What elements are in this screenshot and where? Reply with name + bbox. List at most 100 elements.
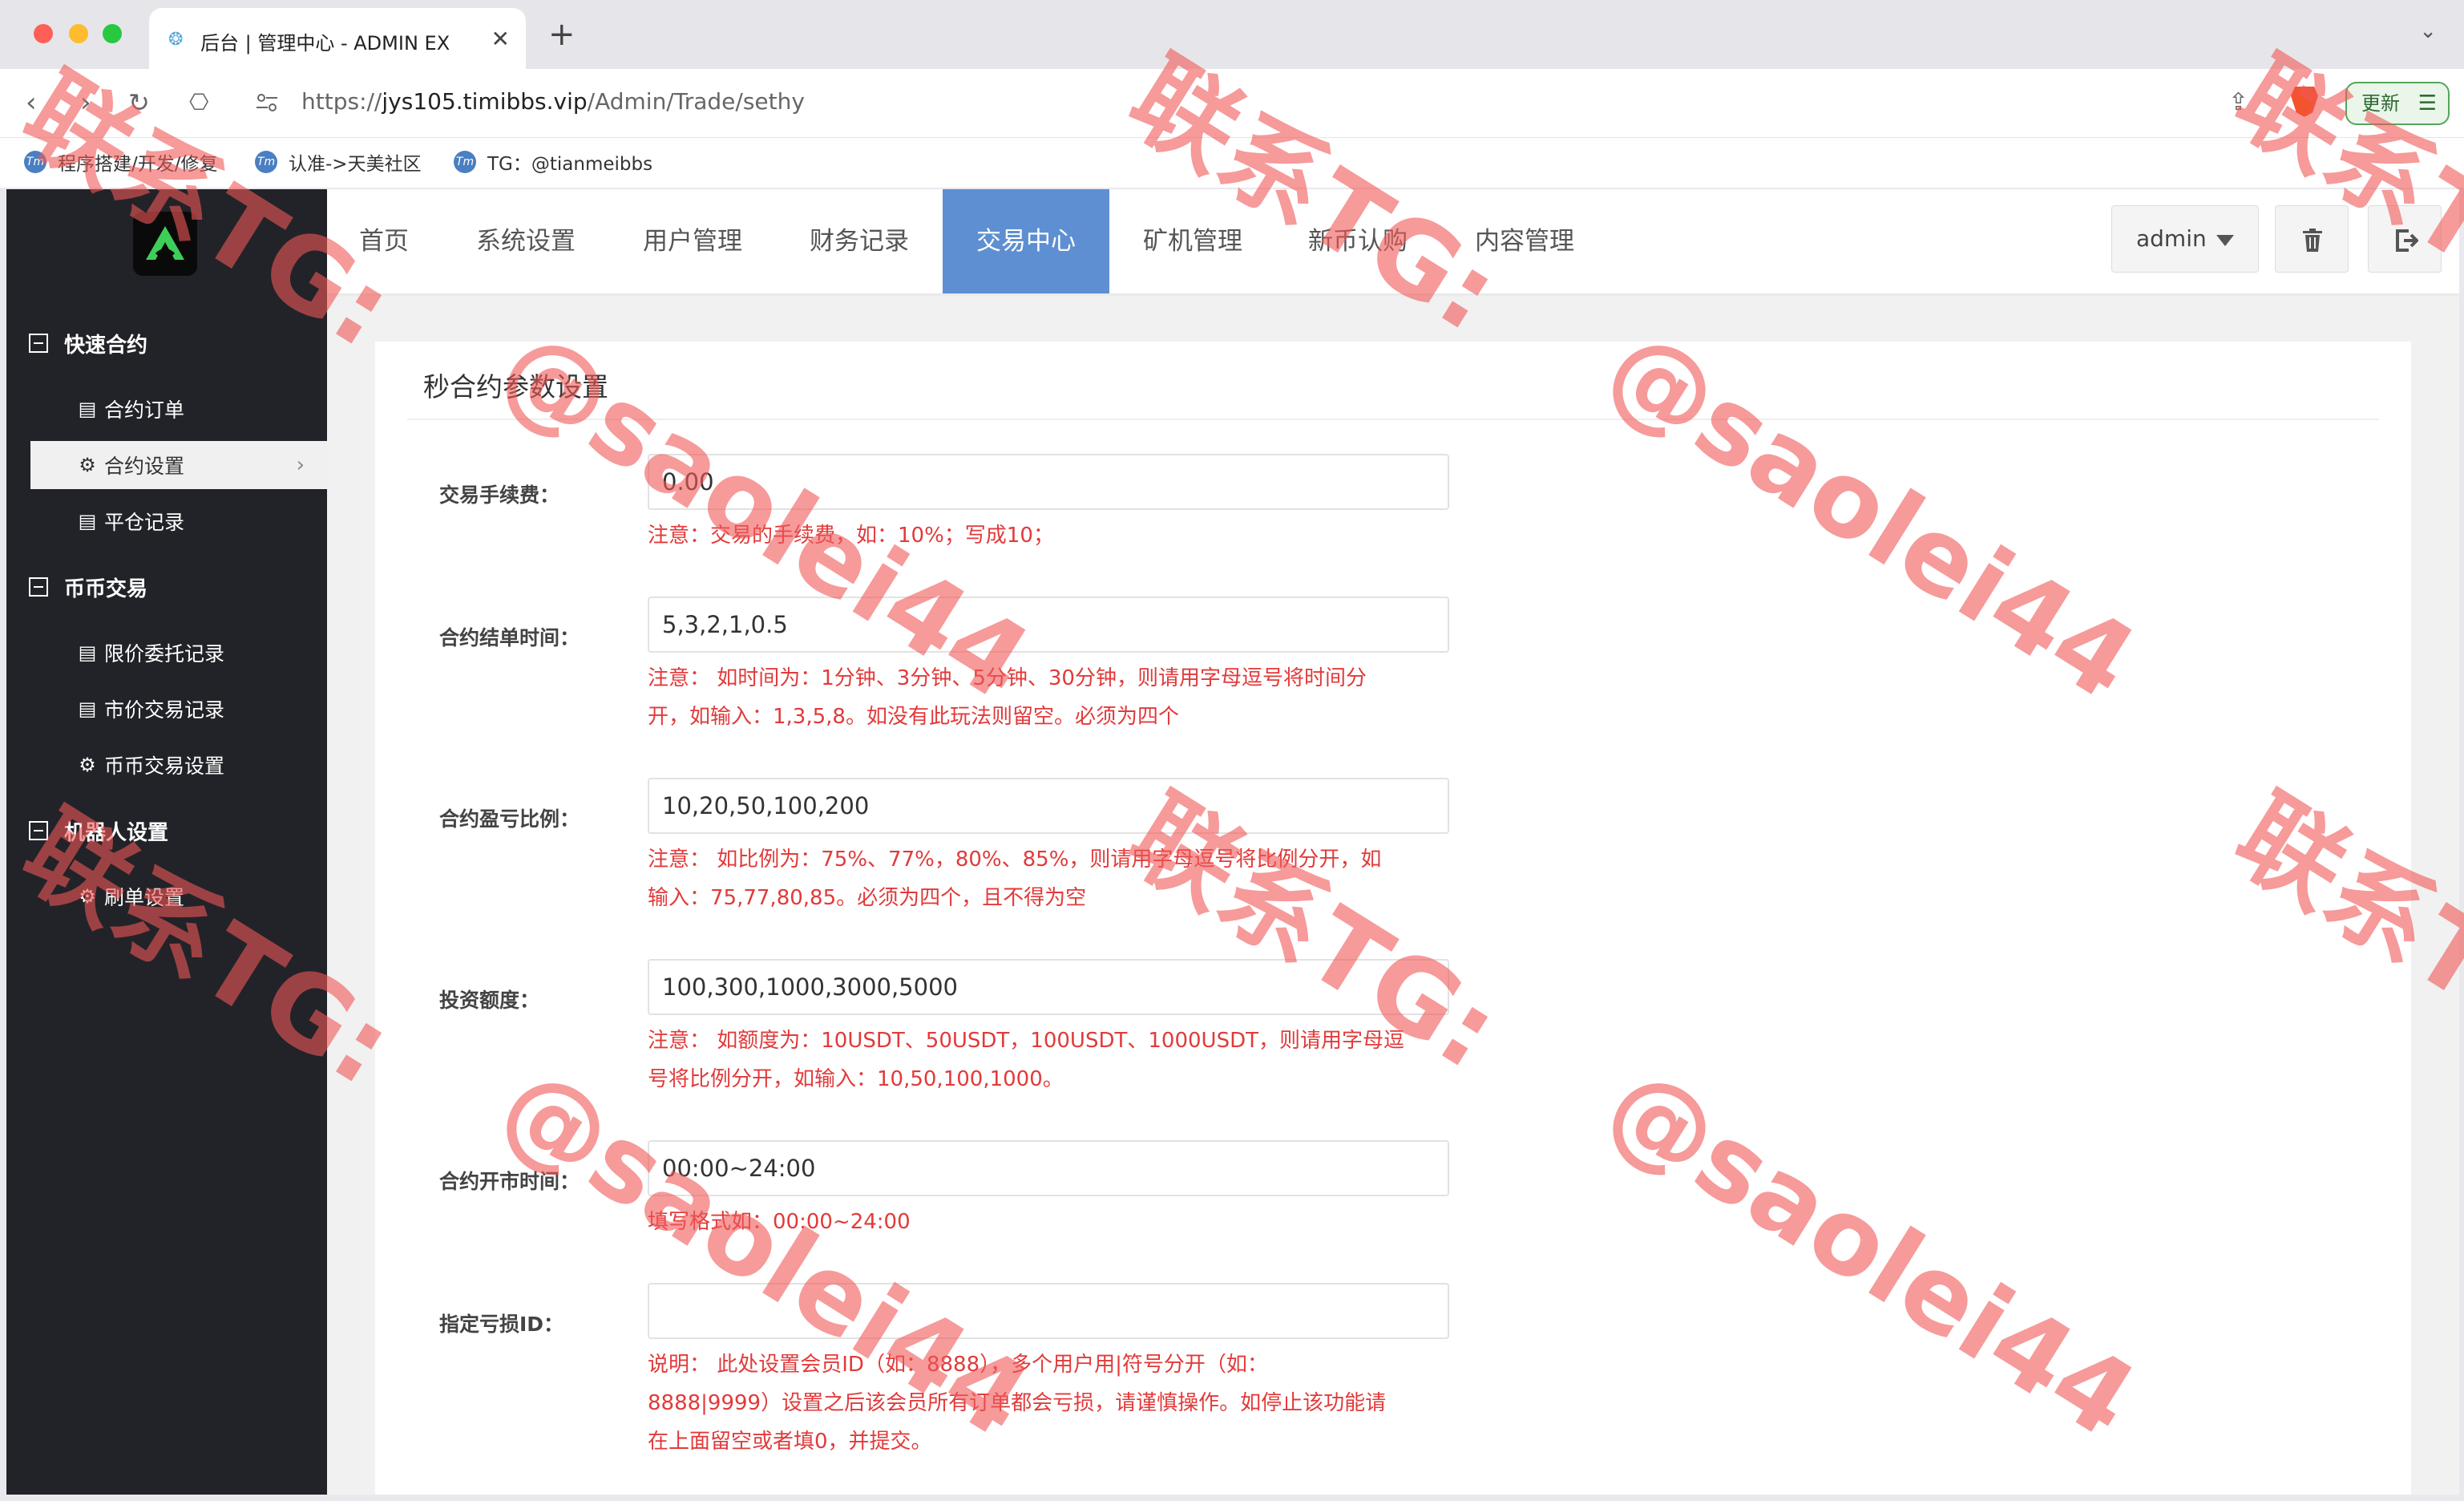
nav-new-coin-subscription[interactable]: 新币认购 <box>1308 189 1408 293</box>
browser-tab[interactable]: ❂ 后台 | 管理中心 - ADMIN EX ✕ <box>149 8 526 69</box>
nav-system-settings[interactable]: 系统设置 <box>476 189 576 293</box>
note-line: 注意：交易的手续费，如：10%；写成10； <box>648 524 1054 548</box>
close-window-button[interactable] <box>34 24 53 43</box>
new-tab-icon[interactable]: + <box>548 14 576 55</box>
profit-ratio-input[interactable] <box>648 778 1449 834</box>
sidebar-item-limit-orders[interactable]: ▤ 限价委托记录 <box>30 629 327 677</box>
site-info-icon[interactable] <box>255 91 279 114</box>
user-menu-button[interactable]: admin <box>2111 205 2259 273</box>
tab-close-icon[interactable]: ✕ <box>491 26 510 52</box>
url-scheme: https:// <box>301 88 382 115</box>
update-button[interactable]: 更新 ☰ <box>2345 82 2450 125</box>
note-line: 注意： 如比例为：75%、77%，80%、85%，则请用字母逗号将比例分开，如 <box>648 848 1382 872</box>
loss-id-input[interactable] <box>648 1283 1449 1339</box>
nav-finance-records[interactable]: 财务记录 <box>810 189 909 293</box>
sidebar-item-contract-orders[interactable]: ▤ 合约订单 <box>30 385 327 433</box>
sidebar-group-robot-settings[interactable]: 机器人设置 <box>29 813 168 848</box>
note-line: 填写格式如：00:00~24:00 <box>648 1210 911 1234</box>
list-icon: ▤ <box>78 398 97 420</box>
bookmark-favicon-icon: Tm <box>24 151 46 173</box>
brave-shield-icon[interactable] <box>2291 87 2318 117</box>
investment-amount-input[interactable] <box>648 959 1449 1015</box>
bookmark-favicon-icon: Tm <box>454 151 476 173</box>
user-name: admin <box>2136 225 2207 252</box>
nav-home[interactable]: 首页 <box>359 189 409 293</box>
sidebar-item-contract-settings[interactable]: ⚙ 合约设置 › <box>30 441 327 489</box>
note-line: 说明： 此处设置会员ID（如：8888），多个用户用|符号分开（如： <box>648 1353 1268 1377</box>
sidebar-item-label: 合约设置 <box>104 455 185 478</box>
zoom-window-button[interactable] <box>103 24 122 43</box>
url-field[interactable]: https://jys105.timibbs.vip/Admin/Trade/s… <box>301 88 805 115</box>
bookmark-item[interactable]: Tm TG：@tianmeibbs <box>454 149 652 175</box>
fee-input[interactable] <box>648 454 1449 510</box>
profit-ratio-label: 合约盈亏比例： <box>439 807 580 831</box>
nav-trading-center[interactable]: 交易中心 <box>943 189 1109 293</box>
clear-cache-button[interactable] <box>2275 205 2349 273</box>
fee-note: 注意：交易的手续费，如：10%；写成10； <box>648 516 1449 555</box>
settle-time-label: 合约结单时间： <box>439 626 580 649</box>
settings-panel: 秒合约参数设置 交易手续费： 注意：交易的手续费，如：10%；写成10； 合约结… <box>375 342 2411 1495</box>
profit-ratio-note: 注意： 如比例为：75%、77%，80%、85%，则请用字母逗号将比例分开，如 … <box>648 840 1449 917</box>
sidebar-item-close-records[interactable]: ▤ 平仓记录 <box>30 497 327 545</box>
update-label: 更新 <box>2361 92 2400 115</box>
bookmarks-bar: Tm 程序搭建/开发/修复 Tm 认准->天美社区 Tm TG：@tianmeibbs <box>0 138 2464 188</box>
bookmark-item[interactable]: Tm 程序搭建/开发/修复 <box>24 149 218 175</box>
back-icon[interactable]: ‹ <box>26 85 37 120</box>
sidebar-item-label: 币币交易设置 <box>104 755 225 778</box>
tab-favicon-icon: ❂ <box>168 30 184 50</box>
sidebar-item-coin-trade-settings[interactable]: ⚙ 币币交易设置 <box>30 741 327 789</box>
bookmark-label: 认准->天美社区 <box>289 154 422 175</box>
sidebar-item-label: 平仓记录 <box>104 511 185 534</box>
sidebar-group-label: 机器人设置 <box>64 820 169 845</box>
note-line: 注意： 如额度为：10USDT、50USDT，100USDT、1000USDT，… <box>648 1029 1404 1053</box>
sidebar-group-coin-trading[interactable]: 币币交易 <box>29 569 147 605</box>
nav-content-management[interactable]: 内容管理 <box>1475 189 1574 293</box>
bookmark-label: 程序搭建/开发/修复 <box>58 154 218 175</box>
investment-amount-note: 注意： 如额度为：10USDT、50USDT，100USDT、1000USDT，… <box>648 1022 1449 1098</box>
trash-icon <box>2303 229 2322 252</box>
note-line: 注意： 如时间为：1分钟、3分钟、5分钟、30分钟，则请用字母逗号将时间分 <box>648 666 1367 690</box>
sidebar-item-label: 合约订单 <box>104 399 185 422</box>
sidebar-item-brush-order-settings[interactable]: ⚙ 刷单设置 <box>30 872 327 920</box>
sidebar-item-label: 市价交易记录 <box>104 698 225 722</box>
tab-title: 后台 | 管理中心 - ADMIN EX <box>200 32 450 55</box>
forward-icon[interactable]: › <box>80 85 91 120</box>
settle-time-input[interactable] <box>648 597 1449 653</box>
reload-icon[interactable]: ↻ <box>128 85 150 120</box>
bookmark-label: TG：@tianmeibbs <box>487 154 653 175</box>
list-icon: ▤ <box>78 641 97 664</box>
sidebar-group-quick-contract[interactable]: 快速合约 <box>29 326 147 361</box>
collapse-icon <box>29 577 48 597</box>
tab-list-chevron-icon[interactable]: ⌄ <box>2419 19 2437 43</box>
sidebar-item-market-trades[interactable]: ▤ 市价交易记录 <box>30 685 327 733</box>
nav-miner-management[interactable]: 矿机管理 <box>1143 189 1242 293</box>
share-icon[interactable]: ⇪ <box>2228 88 2248 116</box>
list-icon: ▤ <box>78 510 97 532</box>
bookmark-favicon-icon: Tm <box>255 151 277 173</box>
menu-icon: ☰ <box>2418 91 2437 115</box>
note-line: 在上面留空或者填0，并提交。 <box>648 1430 932 1454</box>
collapse-icon <box>29 334 48 353</box>
nav-user-management[interactable]: 用户管理 <box>643 189 742 293</box>
admin-app: 快速合约 ▤ 合约订单 ⚙ 合约设置 › ▤ 平仓记录 币币交易 ▤ 限价委托记… <box>6 189 2459 1495</box>
logo[interactable] <box>133 212 197 276</box>
market-hours-input[interactable] <box>648 1140 1449 1196</box>
bookmark-icon[interactable]: ⎔ <box>189 85 208 120</box>
panel-title: 秒合约参数设置 <box>423 371 608 403</box>
caret-down-icon <box>2216 235 2234 246</box>
sidebar-group-label: 快速合约 <box>64 333 148 358</box>
note-line: 开，如输入：1,3,5,8。如没有此玩法则留空。必须为四个 <box>648 705 1179 729</box>
note-line: 输入：75,77,80,85。必须为四个，且不得为空 <box>648 886 1087 910</box>
gear-icon: ⚙ <box>79 454 96 476</box>
bookmark-item[interactable]: Tm 认准->天美社区 <box>255 149 422 175</box>
minimize-window-button[interactable] <box>69 24 88 43</box>
list-icon: ▤ <box>78 698 97 720</box>
market-hours-label: 合约开市时间： <box>439 1170 580 1193</box>
address-bar: ‹ › ↻ ⎔ https://jys105.timibbs.vip/Admin… <box>0 69 2464 138</box>
url-path: /Admin/Trade/sethy <box>587 88 805 115</box>
logout-button[interactable] <box>2368 205 2442 273</box>
top-navigation: 首页 系统设置 用户管理 财务记录 交易中心 矿机管理 新币认购 内容管理 ad… <box>327 189 2459 293</box>
loss-id-label: 指定亏损ID： <box>439 1313 564 1336</box>
collapse-icon <box>29 821 48 840</box>
browser-tab-bar: ❂ 后台 | 管理中心 - ADMIN EX ✕ + ⌄ <box>0 0 2464 69</box>
